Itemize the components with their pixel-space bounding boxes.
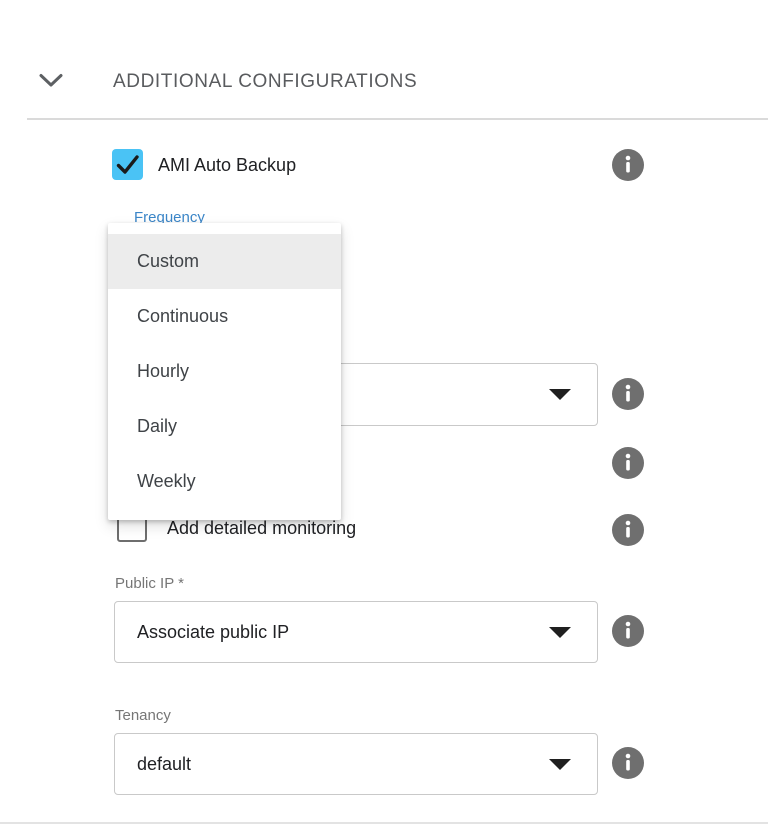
public-ip-field-label: Public IP * [115, 575, 184, 592]
tenancy-select[interactable]: default [114, 733, 598, 795]
ami-auto-backup-checkbox[interactable] [112, 149, 143, 180]
checkmark-icon [112, 149, 143, 180]
dropdown-arrow-icon [549, 627, 571, 638]
info-icon[interactable] [612, 378, 644, 410]
tenancy-field-label: Tenancy [115, 707, 171, 724]
public-ip-select[interactable]: Associate public IP [114, 601, 598, 663]
tenancy-value: default [137, 754, 191, 775]
frequency-option-daily[interactable]: Daily [108, 399, 341, 454]
ami-auto-backup-label[interactable]: AMI Auto Backup [158, 155, 296, 176]
frequency-option-hourly[interactable]: Hourly [108, 344, 341, 399]
info-icon[interactable] [612, 747, 644, 779]
chevron-down-icon[interactable] [38, 72, 64, 89]
info-icon[interactable] [612, 615, 644, 647]
divider [27, 118, 768, 120]
info-icon[interactable] [612, 149, 644, 181]
divider [0, 822, 768, 824]
public-ip-value: Associate public IP [137, 622, 289, 643]
frequency-dropdown-menu: CustomContinuousHourlyDailyWeekly [108, 223, 341, 520]
section-title: ADDITIONAL CONFIGURATIONS [113, 71, 417, 93]
frequency-option-weekly[interactable]: Weekly [108, 454, 341, 509]
info-icon[interactable] [612, 447, 644, 479]
dropdown-arrow-icon [549, 759, 571, 770]
frequency-option-custom[interactable]: Custom [108, 234, 341, 289]
detailed-monitoring-label[interactable]: Add detailed monitoring [167, 518, 356, 539]
frequency-option-continuous[interactable]: Continuous [108, 289, 341, 344]
info-icon[interactable] [612, 514, 644, 546]
dropdown-arrow-icon [549, 389, 571, 400]
